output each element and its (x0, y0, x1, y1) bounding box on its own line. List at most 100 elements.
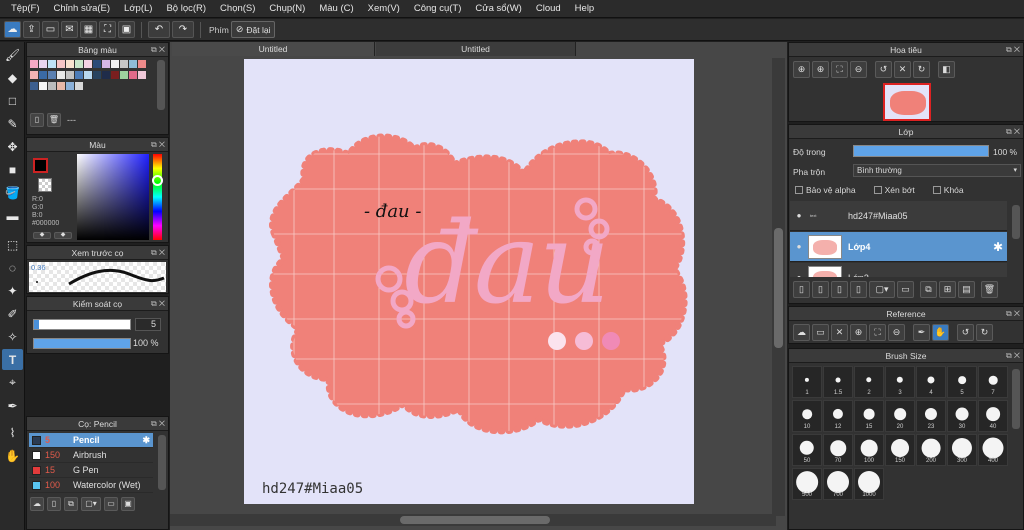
protect-alpha-checkbox[interactable]: Bảo vệ alpha (795, 185, 856, 195)
brush-folder-icon[interactable]: ▭ (104, 497, 118, 511)
color-mode-rgb-icon[interactable]: ◆ (54, 232, 72, 239)
layer-settings-gear-icon[interactable]: ✱ (993, 240, 1003, 254)
select-eraser-icon[interactable]: ✧ (2, 326, 23, 347)
navigator-preview[interactable] (883, 83, 931, 121)
secondary-color-swatch[interactable] (38, 178, 52, 192)
brush-size-cell[interactable]: 1 (792, 366, 822, 398)
menu-item-7[interactable]: Xem(V) (361, 3, 407, 14)
menu-item-10[interactable]: Cloud (529, 3, 568, 14)
new-layer-icon[interactable]: ▯ (793, 281, 810, 298)
reference-fit-icon[interactable]: ⛶ (869, 324, 886, 341)
fullscreen-icon[interactable]: ⛶ (99, 21, 116, 38)
magic-wand-icon[interactable]: ✦ (2, 280, 23, 301)
panel-controls-icon[interactable]: ⧉ ✕ (1006, 349, 1020, 363)
menu-item-11[interactable]: Help (568, 3, 602, 14)
palette-swatch[interactable] (129, 71, 137, 79)
palette-swatch[interactable] (57, 71, 65, 79)
menu-item-6[interactable]: Màu (C) (312, 3, 360, 14)
delete-layer-icon[interactable]: 🗑 (981, 281, 998, 298)
brush-settings-gear-icon[interactable]: ✱ (142, 435, 150, 446)
palette-swatch[interactable] (30, 71, 38, 79)
palette-swatch[interactable] (66, 82, 74, 90)
new-palette-icon[interactable]: ▯ (30, 113, 44, 127)
text-tool-icon[interactable]: T (2, 349, 23, 370)
palette-swatch[interactable] (102, 71, 110, 79)
palette-swatch[interactable] (48, 71, 56, 79)
palette-swatch[interactable] (138, 71, 146, 79)
layer-folder-icon[interactable]: ▭ (897, 281, 914, 298)
layer-row[interactable]: ● text hd247#Miaa05 (790, 201, 1007, 231)
palette-swatch[interactable] (30, 60, 38, 68)
hand-tool-icon[interactable]: ✋ (2, 445, 23, 466)
palette-scrollbar[interactable] (157, 60, 165, 110)
cloud-icon[interactable]: ☁ (4, 21, 21, 38)
grid-icon[interactable]: ▦ (80, 21, 97, 38)
layer-opacity-slider[interactable] (853, 145, 989, 157)
redo-icon[interactable]: ↷ (172, 21, 194, 38)
brush-new-icon[interactable]: ▯ (47, 497, 61, 511)
fit-icon[interactable]: ⛶ (831, 61, 848, 78)
palette-swatch[interactable] (30, 82, 38, 90)
palette-swatch[interactable] (120, 71, 128, 79)
brush-item[interactable]: 150 Airbrush (29, 448, 153, 463)
eyedropper-tool-icon[interactable]: ✒ (2, 395, 23, 416)
fill-rect-tool-icon[interactable]: ■ (2, 159, 23, 180)
reference-eyedropper-icon[interactable]: ✒ (913, 324, 930, 341)
lasso-tool-icon[interactable]: ◌ (2, 257, 23, 278)
layer-list-scrollbar[interactable] (1012, 205, 1020, 239)
brush-size-cell[interactable]: 200 (916, 434, 946, 466)
brush-cloud-icon[interactable]: ☁ (30, 497, 44, 511)
doc-tab-2[interactable]: Untitled (376, 42, 576, 56)
vertical-scroll-thumb[interactable] (774, 228, 783, 348)
select-tool-icon[interactable]: ⬚ (2, 234, 23, 255)
brush-size-cell[interactable]: 400 (978, 434, 1008, 466)
palette-swatch[interactable] (111, 60, 119, 68)
menu-item-9[interactable]: Cửa sổ(W) (468, 3, 528, 14)
zoom-out-icon[interactable]: ⊖ (850, 61, 867, 78)
layer-row[interactable]: ● Lớp3 (790, 263, 1007, 277)
palette-swatch[interactable] (66, 71, 74, 79)
palette-swatch[interactable] (93, 60, 101, 68)
palette-swatch[interactable] (57, 82, 65, 90)
layer-visibility-icon[interactable]: ● (790, 211, 808, 220)
window-icon[interactable]: ▣ (118, 21, 135, 38)
palette-swatch[interactable] (48, 60, 56, 68)
reference-rotate-right-icon[interactable]: ↻ (976, 324, 993, 341)
palette-swatch[interactable] (39, 82, 47, 90)
palette-swatch[interactable] (75, 71, 83, 79)
brush-size-cell[interactable]: 3 (885, 366, 915, 398)
new-layer-3-icon[interactable]: ▯ (831, 281, 848, 298)
new-layer-2-icon[interactable]: ▯ (812, 281, 829, 298)
menu-item-0[interactable]: Tệp(F) (4, 3, 47, 14)
brush-size-cell[interactable]: 5 (947, 366, 977, 398)
reference-hand-icon[interactable]: ✋ (932, 324, 949, 341)
palette-swatch[interactable] (57, 60, 65, 68)
select-pen-icon[interactable]: ✐ (2, 303, 23, 324)
operation-tool-icon[interactable]: ⌖ (2, 372, 23, 393)
layer-visibility-icon[interactable]: ● (790, 242, 808, 251)
brush-add-icon[interactable]: ▢▾ (81, 497, 101, 511)
flip-icon[interactable]: ◧ (938, 61, 955, 78)
lock-checkbox[interactable]: Khóa (932, 185, 964, 195)
palette-swatch[interactable] (120, 60, 128, 68)
brush-item[interactable]: 15 G Pen (29, 463, 153, 478)
reference-cloud-icon[interactable]: ☁ (793, 324, 810, 341)
menu-item-2[interactable]: Lớp(L) (117, 3, 159, 14)
primary-color-swatch[interactable] (33, 158, 48, 173)
brush-size-cell[interactable]: 2 (854, 366, 884, 398)
reference-open-icon[interactable]: ▭ (812, 324, 829, 341)
panel-controls-icon[interactable]: ⧉ ✕ (151, 246, 165, 260)
palette-swatch[interactable] (48, 82, 56, 90)
rotate-right-icon[interactable]: ↻ (913, 61, 930, 78)
gradient-tool-icon[interactable]: ▬ (2, 205, 23, 226)
panel-controls-icon[interactable]: ⧉ ✕ (1006, 125, 1020, 139)
eraser-tool-icon[interactable]: ◆ (2, 67, 23, 88)
brush-size-cell[interactable]: 20 (885, 400, 915, 432)
reset-view-icon[interactable]: ✕ (894, 61, 911, 78)
hue-handle[interactable] (152, 175, 163, 186)
panel-controls-icon[interactable]: ⧉ ✕ (1006, 307, 1020, 321)
bucket-tool-icon[interactable]: 🪣 (2, 182, 23, 203)
menu-item-5[interactable]: Chụp(N) (262, 3, 312, 14)
brush-size-slider[interactable] (33, 319, 131, 330)
brush-size-cell[interactable]: 12 (823, 400, 853, 432)
